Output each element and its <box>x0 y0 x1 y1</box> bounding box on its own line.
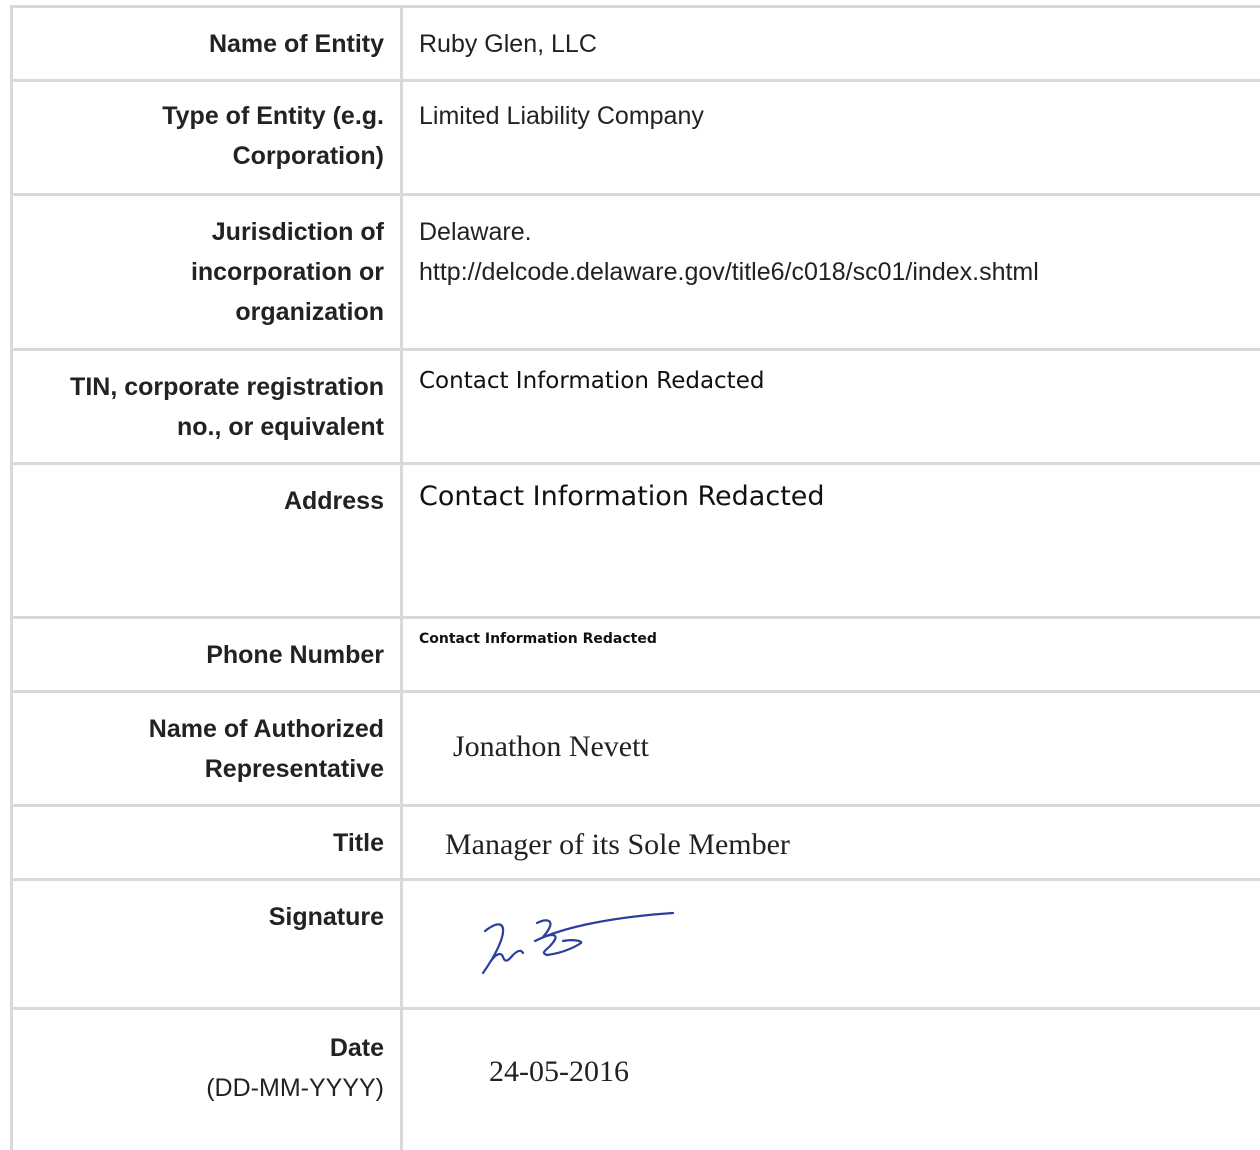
signature-image <box>481 911 675 975</box>
value-phone: Contact Information Redacted <box>419 631 657 647</box>
value-date: 24-05-2016 <box>489 1055 629 1088</box>
row-title: Title Manager of its Sole Member <box>13 807 1260 881</box>
value-address: Contact Information Redacted <box>419 481 825 512</box>
label-date-format: (DD-MM-YYYY) <box>206 1074 384 1102</box>
row-entity-type: Type of Entity (e.g. Corporation) Limite… <box>13 82 1260 196</box>
label-jurisdiction: Jurisdiction of incorporation or organiz… <box>13 196 403 348</box>
value-entity-name: Ruby Glen, LLC <box>419 30 597 58</box>
value-jurisdiction-line1: Delaware. <box>419 218 532 246</box>
label-representative: Name of Authorized Representative <box>13 693 403 804</box>
value-jurisdiction: Delaware. http://delcode.delaware.gov/ti… <box>403 196 1260 348</box>
label-entity-name: Name of Entity <box>13 8 403 79</box>
label-address: Address <box>13 465 403 616</box>
value-representative: Jonathon Nevett <box>453 730 649 763</box>
label-date-text: Date <box>329 1034 384 1062</box>
value-tin: Contact Information Redacted <box>419 368 765 394</box>
signature-area <box>403 881 1260 1007</box>
row-entity-name: Name of Entity Ruby Glen, LLC <box>13 8 1260 82</box>
value-jurisdiction-link: http://delcode.delaware.gov/title6/c018/… <box>419 258 1039 286</box>
row-phone: Phone Number Contact Information Redacte… <box>13 619 1260 693</box>
entity-info-form: Name of Entity Ruby Glen, LLC Type of En… <box>10 5 1260 1150</box>
label-tin: TIN, corporate registration no., or equi… <box>13 351 403 462</box>
value-title: Manager of its Sole Member <box>445 828 790 861</box>
row-tin: TIN, corporate registration no., or equi… <box>13 351 1260 465</box>
value-entity-type: Limited Liability Company <box>419 102 704 130</box>
label-title: Title <box>13 807 403 878</box>
row-representative: Name of Authorized Representative Jonath… <box>13 693 1260 807</box>
label-date: Date (DD-MM-YYYY) <box>13 1010 403 1150</box>
label-signature: Signature <box>13 881 403 1007</box>
label-phone: Phone Number <box>13 619 403 690</box>
row-date: Date (DD-MM-YYYY) 24-05-2016 <box>13 1010 1260 1150</box>
label-entity-type: Type of Entity (e.g. Corporation) <box>13 82 403 193</box>
row-address: Address Contact Information Redacted <box>13 465 1260 619</box>
row-jurisdiction: Jurisdiction of incorporation or organiz… <box>13 196 1260 351</box>
row-signature: Signature <box>13 881 1260 1010</box>
